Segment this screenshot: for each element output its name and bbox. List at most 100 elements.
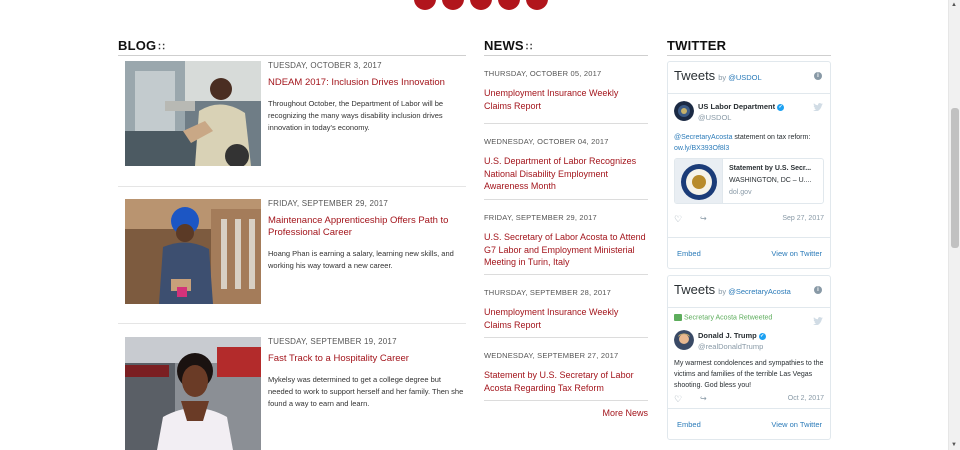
blog-item-text: TUESDAY, OCTOBER 3, 2017 NDEAM 2017: Inc… xyxy=(268,61,466,134)
author-name-text: US Labor Department xyxy=(698,102,776,111)
verified-badge-icon: ✓ xyxy=(777,103,785,111)
blog-date: TUESDAY, SEPTEMBER 19, 2017 xyxy=(268,337,397,346)
rss-icon[interactable]: ∷ xyxy=(526,42,533,53)
timeline-header: Tweets by @USDOL i xyxy=(668,62,830,94)
blog-item-text: FRIDAY, SEPTEMBER 29, 2017 Maintenance A… xyxy=(268,199,466,272)
heart-icon[interactable]: ♡ xyxy=(674,394,682,405)
scroll-down-arrow-icon[interactable]: ▼ xyxy=(951,442,957,448)
usdol-avatar[interactable] xyxy=(674,101,694,121)
preview-description: WASHINGTON, DC – U.... xyxy=(729,177,812,184)
blog-list: TUESDAY, OCTOBER 3, 2017 NDEAM 2017: Inc… xyxy=(118,56,466,450)
embed-link[interactable]: Embed xyxy=(677,420,701,429)
news-item: THURSDAY, SEPTEMBER 28, 2017 Unemploymen… xyxy=(484,275,648,338)
facebook-icon[interactable] xyxy=(414,0,436,10)
youtube-icon[interactable] xyxy=(470,0,492,10)
share-icon[interactable]: ↪ xyxy=(700,214,707,223)
blog-item: FRIDAY, SEPTEMBER 29, 2017 Maintenance A… xyxy=(118,187,466,324)
blog-heading-label: BLOG xyxy=(118,38,157,53)
news-title-link[interactable]: U.S. Secretary of Labor Acosta to Attend… xyxy=(484,231,648,269)
tweet-actions: ♡ ↪ Oct 2, 2017 xyxy=(674,394,824,406)
news-heading: NEWS ∷ xyxy=(484,38,648,56)
blog-title-link[interactable]: Fast Track to a Hospitality Career xyxy=(268,353,466,365)
tweet-author-handle[interactable]: @USDOL xyxy=(698,113,731,122)
blog-item: TUESDAY, OCTOBER 3, 2017 NDEAM 2017: Inc… xyxy=(118,56,466,187)
tweet-date[interactable]: Sep 27, 2017 xyxy=(782,215,824,222)
news-date: FRIDAY, SEPTEMBER 29, 2017 xyxy=(484,213,597,222)
blog-description: Throughout October, the Department of La… xyxy=(268,99,444,132)
news-title-link[interactable]: Unemployment Insurance Weekly Claims Rep… xyxy=(484,306,648,331)
blog-title-link[interactable]: Maintenance Apprenticeship Offers Path t… xyxy=(268,215,466,239)
share-icon[interactable]: ↪ xyxy=(700,394,707,403)
info-icon[interactable]: i xyxy=(814,72,822,80)
timeline-heading: Tweets xyxy=(674,68,716,83)
twitter-column: Tweets by @USDOL i US Labor Department ✓ @… xyxy=(667,56,831,440)
heart-icon[interactable]: ♡ xyxy=(674,214,682,225)
timeline-footer: Embed View on Twitter xyxy=(668,238,830,268)
twitter-icon[interactable] xyxy=(442,0,464,10)
blog-description: Hoang Phan is earning a salary, learning… xyxy=(268,249,454,270)
info-icon[interactable]: i xyxy=(814,286,822,294)
more-news-link[interactable]: More News xyxy=(602,408,648,418)
timeline-handle-link[interactable]: @SecretaryAcosta xyxy=(728,287,791,296)
timeline-title: Tweets by @SecretaryAcosta xyxy=(674,282,791,297)
blog-photo-hospitality[interactable] xyxy=(125,337,261,450)
social-icons-row xyxy=(414,0,548,10)
linkedin-icon[interactable] xyxy=(526,0,548,10)
news-heading-label: NEWS xyxy=(484,38,524,53)
tweet-author-handle[interactable]: @realDonaldTrump xyxy=(698,342,763,351)
scrollbar-thumb[interactable] xyxy=(951,108,959,248)
news-title-link[interactable]: U.S. Department of Labor Recognizes Nati… xyxy=(484,155,648,193)
verified-badge-icon: ✓ xyxy=(758,332,766,340)
tweet-author-name[interactable]: Donald J. Trump ✓ xyxy=(698,331,766,340)
news-list: THURSDAY, OCTOBER 05, 2017 Unemployment … xyxy=(484,56,648,418)
link-preview-card[interactable]: Statement by U.S. Secr... WASHINGTON, DC… xyxy=(674,158,824,204)
tweet-url-link[interactable]: ow.ly/BX393Of8l3 xyxy=(674,145,729,152)
rss-icon[interactable]: ∷ xyxy=(158,42,165,53)
mention-link[interactable]: @SecretaryAcosta xyxy=(674,134,732,141)
news-title-link[interactable]: Statement by U.S. Secretary of Labor Aco… xyxy=(484,369,648,394)
view-on-twitter-link[interactable]: View on Twitter xyxy=(771,420,822,429)
blog-item: TUESDAY, SEPTEMBER 19, 2017 Fast Track t… xyxy=(118,324,466,450)
tweet-date[interactable]: Oct 2, 2017 xyxy=(788,395,824,402)
news-item: WEDNESDAY, OCTOBER 04, 2017 U.S. Departm… xyxy=(484,124,648,200)
preview-title: Statement by U.S. Secr... xyxy=(729,165,812,172)
tweet-text-body: statement on tax reform: xyxy=(732,134,811,141)
scroll-up-arrow-icon[interactable]: ▲ xyxy=(951,2,957,8)
retweet-notice: Secretary Acosta Retweeted xyxy=(674,314,772,321)
instagram-icon[interactable] xyxy=(498,0,520,10)
blog-description: Mykelsy was determined to get a college … xyxy=(268,375,464,408)
tweet-author-name[interactable]: US Labor Department ✓ xyxy=(698,102,785,111)
twitter-heading-label: TWITTER xyxy=(667,38,727,53)
tweet-text: My warmest condolences and sympathies to… xyxy=(674,360,824,389)
timeline-header: Tweets by @SecretaryAcosta i xyxy=(668,276,830,308)
trump-avatar[interactable] xyxy=(674,330,694,350)
tweet-text: @SecretaryAcosta statement on tax reform… xyxy=(674,132,824,154)
blog-title-link[interactable]: NDEAM 2017: Inclusion Drives Innovation xyxy=(268,77,466,89)
twitter-bird-icon[interactable] xyxy=(813,103,823,111)
timeline-by: by @SecretaryAcosta xyxy=(718,287,791,296)
embed-link[interactable]: Embed xyxy=(677,249,701,258)
twitter-timeline-acosta: Tweets by @SecretaryAcosta i Secretary Ac… xyxy=(667,275,831,440)
blog-item-text: TUESDAY, SEPTEMBER 19, 2017 Fast Track t… xyxy=(268,337,466,410)
blog-date: FRIDAY, SEPTEMBER 29, 2017 xyxy=(268,199,389,208)
news-date: THURSDAY, SEPTEMBER 28, 2017 xyxy=(484,288,612,297)
news-item: FRIDAY, SEPTEMBER 29, 2017 U.S. Secretar… xyxy=(484,200,648,275)
news-title-link[interactable]: Unemployment Insurance Weekly Claims Rep… xyxy=(484,87,648,112)
blog-photo-apprentice[interactable] xyxy=(125,199,261,304)
timeline-by-label: by xyxy=(718,287,727,296)
retweet-icon xyxy=(674,314,682,321)
news-date: WEDNESDAY, SEPTEMBER 27, 2017 xyxy=(484,351,619,360)
blog-photo-worker-lab[interactable] xyxy=(125,61,261,166)
timeline-handle-link[interactable]: @USDOL xyxy=(728,73,761,82)
view-on-twitter-link[interactable]: View on Twitter xyxy=(771,249,822,258)
twitter-heading: TWITTER xyxy=(667,38,831,56)
tweet: US Labor Department ✓ @USDOL @SecretaryAc… xyxy=(668,94,830,238)
timeline-by-label: by xyxy=(718,73,727,82)
page-scrollbar[interactable]: ▲ ▼ xyxy=(948,0,960,450)
timeline-by: by @USDOL xyxy=(718,73,761,82)
blog-heading: BLOG ∷ xyxy=(118,38,466,56)
timeline-title: Tweets by @USDOL xyxy=(674,68,762,83)
timeline-footer: Embed View on Twitter xyxy=(668,409,830,439)
retweet-label: Secretary Acosta Retweeted xyxy=(684,314,773,322)
twitter-bird-icon[interactable] xyxy=(813,317,823,325)
